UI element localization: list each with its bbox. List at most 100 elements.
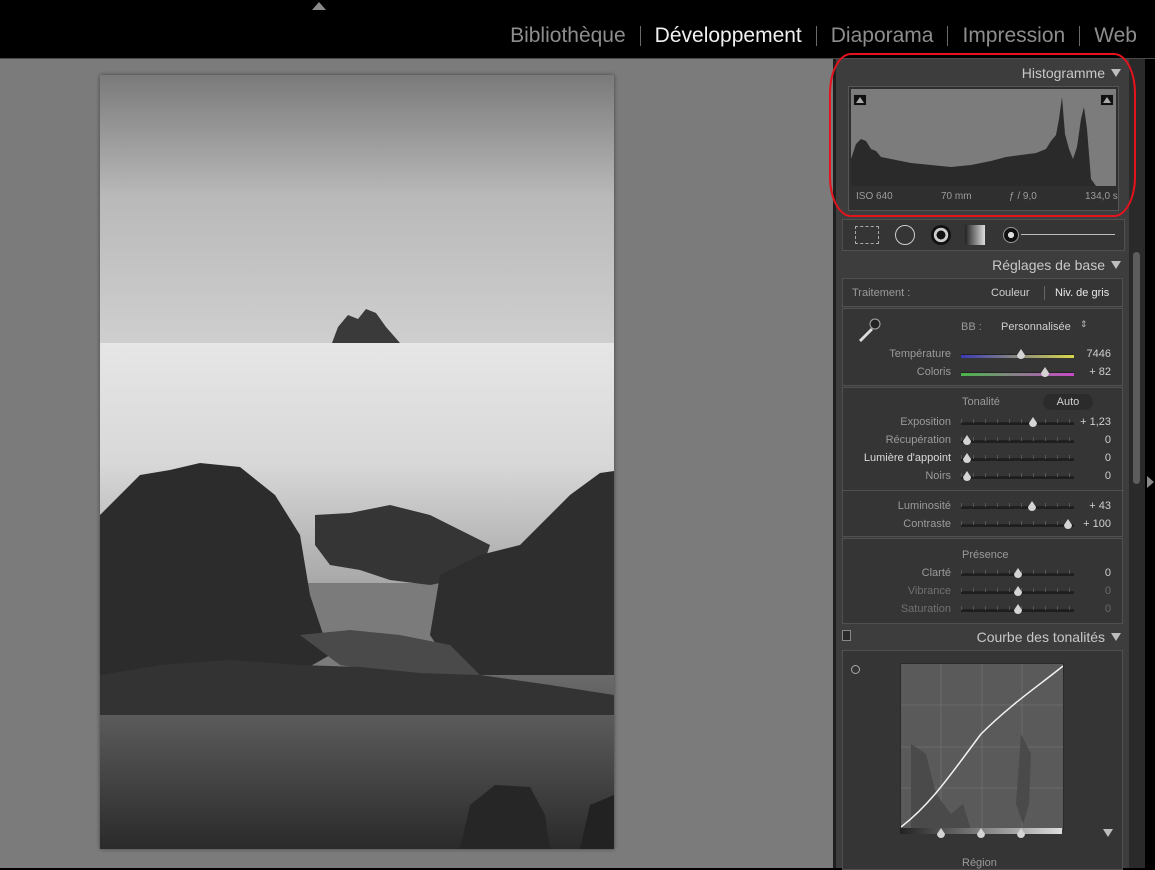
histogram-graph[interactable]: [851, 89, 1116, 186]
highlight-clipping-toggle[interactable]: [1100, 94, 1114, 106]
wb-select[interactable]: Personnalisée: [1001, 321, 1071, 333]
tint-label: Coloris: [916, 366, 951, 378]
exposure-label: Exposition: [900, 416, 951, 428]
recovery-label: Récupération: [885, 434, 951, 446]
treatment-bw-option[interactable]: Niv. de gris: [1055, 287, 1109, 299]
photo-preview[interactable]: [100, 75, 614, 849]
collapse-triangle-icon[interactable]: [1111, 69, 1121, 77]
panel-scrollbar[interactable]: [1129, 59, 1145, 868]
expand-right-panel-icon[interactable]: [1147, 476, 1154, 488]
clarity-slider[interactable]: [961, 568, 1074, 578]
blacks-thumb[interactable]: [963, 471, 971, 481]
white-balance-section: BB : Personnalisée ⇕ Température 7446 Co…: [842, 308, 1123, 386]
brightness-label: Luminosité: [897, 500, 951, 512]
tint-slider[interactable]: [961, 367, 1074, 377]
vibrance-label: Vibrance: [907, 585, 951, 597]
split-shadows-thumb[interactable]: [937, 828, 945, 838]
histogram-box: ISO 640 70 mm ƒ / 9,0 134,0 s: [848, 86, 1119, 211]
tint-value: + 82: [1089, 366, 1111, 378]
collapse-top-panel-icon[interactable]: [312, 2, 326, 10]
tint-thumb[interactable]: [1041, 367, 1049, 377]
treatment-separator: [1044, 286, 1045, 300]
saturation-slider[interactable]: [961, 604, 1074, 614]
module-slideshow[interactable]: Diaporama: [831, 24, 934, 48]
vibrance-thumb[interactable]: [1014, 586, 1022, 596]
auto-tone-button[interactable]: Auto: [1043, 394, 1093, 410]
module-library[interactable]: Bibliothèque: [510, 24, 626, 48]
eyedropper-icon[interactable]: [851, 314, 883, 346]
basic-settings-title: Réglages de base: [992, 257, 1105, 273]
recovery-slider[interactable]: [961, 435, 1074, 445]
histogram-header[interactable]: Histogramme: [1022, 65, 1121, 81]
fill-light-thumb[interactable]: [963, 453, 971, 463]
image-stage: [0, 59, 833, 868]
module-separator: [947, 26, 949, 46]
spot-removal-icon[interactable]: [895, 225, 915, 245]
adjustment-brush-icon[interactable]: [1003, 227, 1019, 243]
temperature-label: Température: [889, 348, 951, 360]
brush-slider-line[interactable]: [1021, 234, 1115, 235]
split-highlights-thumb[interactable]: [1017, 828, 1025, 838]
module-separator: [639, 26, 641, 46]
blacks-slider[interactable]: [961, 471, 1074, 481]
curve-options-icon[interactable]: [1103, 829, 1113, 837]
tone-curve-graph[interactable]: [900, 663, 1064, 831]
exif-info: ISO 640 70 mm ƒ / 9,0 134,0 s: [849, 191, 1118, 207]
treatment-section: Traitement : Couleur Niv. de gris: [842, 278, 1123, 307]
module-print[interactable]: Impression: [962, 24, 1065, 48]
exposure-slider[interactable]: [961, 417, 1074, 427]
clarity-thumb[interactable]: [1014, 568, 1022, 578]
tone-curve-toggle[interactable]: [842, 630, 851, 641]
recovery-value: 0: [1104, 434, 1111, 446]
exposure-thumb[interactable]: [1029, 417, 1037, 427]
tone-curve-region-label: Région: [962, 857, 997, 869]
vibrance-slider[interactable]: [961, 586, 1074, 596]
wb-select-arrows-icon[interactable]: ⇕: [1080, 319, 1088, 330]
scrollbar-thumb[interactable]: [1133, 252, 1140, 484]
fill-light-slider[interactable]: [961, 453, 1074, 463]
presence-label: Présence: [962, 549, 1009, 561]
tone-curve-split-track[interactable]: [900, 828, 1062, 838]
contrast-value: + 100: [1083, 518, 1111, 530]
tone-label: Tonalité: [962, 396, 1000, 408]
graduated-filter-icon[interactable]: [965, 225, 985, 245]
brightness-thumb[interactable]: [1028, 501, 1036, 511]
module-web[interactable]: Web: [1094, 24, 1137, 48]
recovery-thumb[interactable]: [963, 435, 971, 445]
collapse-triangle-icon[interactable]: [1111, 261, 1121, 269]
brightness-slider[interactable]: [961, 501, 1074, 511]
temperature-slider[interactable]: [961, 349, 1074, 359]
exif-iso: ISO 640: [856, 191, 893, 202]
tone-divider: [843, 490, 1124, 491]
temperature-thumb[interactable]: [1017, 349, 1025, 359]
split-midtones-thumb[interactable]: [977, 828, 985, 838]
red-eye-icon[interactable]: [931, 225, 951, 245]
module-separator: [815, 26, 817, 46]
tone-curve-title: Courbe des tonalités: [976, 629, 1105, 645]
tone-section: Tonalité Auto Exposition + 1,23 Récupéra…: [842, 387, 1124, 537]
exif-aperture: ƒ / 9,0: [1009, 191, 1037, 202]
blacks-value: 0: [1104, 470, 1111, 482]
wb-label: BB :: [961, 321, 982, 333]
crop-icon[interactable]: [855, 226, 879, 244]
saturation-label: Saturation: [900, 603, 951, 615]
top-bar: Bibliothèque Développement Diaporama Imp…: [0, 0, 1155, 59]
clarity-label: Clarté: [921, 567, 951, 579]
exif-shutter: 134,0 s: [1085, 191, 1118, 202]
basic-settings-header[interactable]: Réglages de base: [992, 257, 1121, 273]
saturation-thumb[interactable]: [1014, 604, 1022, 614]
module-separator: [1079, 26, 1081, 46]
shadow-clipping-toggle[interactable]: [853, 94, 867, 106]
collapse-triangle-icon[interactable]: [1111, 633, 1121, 641]
histogram-curve: [851, 97, 1096, 186]
presence-section: Présence Clarté 0 Vibrance 0 Saturation …: [842, 538, 1123, 624]
treatment-color-option[interactable]: Couleur: [991, 287, 1030, 299]
tone-curve-header[interactable]: Courbe des tonalités: [977, 629, 1121, 645]
fill-light-value: 0: [1104, 452, 1111, 464]
module-develop[interactable]: Développement: [655, 24, 802, 48]
contrast-slider[interactable]: [961, 519, 1074, 529]
saturation-value: 0: [1104, 603, 1111, 615]
target-adjustment-icon[interactable]: [851, 665, 860, 674]
photo-image: [100, 75, 614, 849]
brightness-value: + 43: [1089, 500, 1111, 512]
